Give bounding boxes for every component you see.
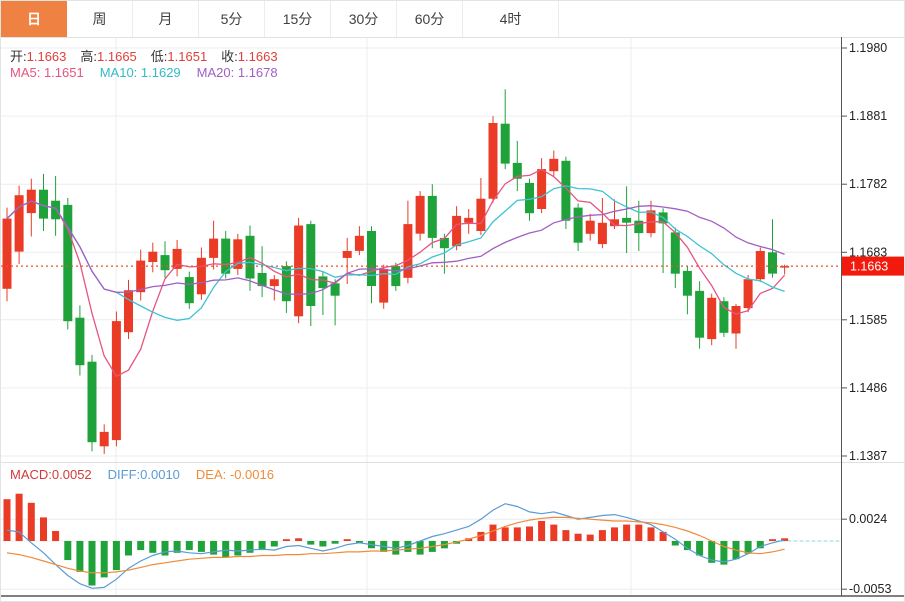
kline-app: 日 周 月 5分 15分 30分 60分 4时 1.1980 1.1881 1.17… <box>0 0 905 602</box>
kline-svg[interactable]: 1.19801.18811.17821.16831.15851.14861.13… <box>1 37 905 602</box>
svg-text:1.1980: 1.1980 <box>849 41 887 55</box>
current-price-tag: 1.1663 <box>842 257 905 276</box>
svg-text:-0.0053: -0.0053 <box>849 582 891 596</box>
svg-text:1.1585: 1.1585 <box>849 313 887 327</box>
tab-5min[interactable]: 5分 <box>199 1 265 37</box>
tab-15min[interactable]: 15分 <box>265 1 331 37</box>
macd-value-axis: 0.0024 -0.0053 <box>841 512 891 596</box>
ma10-line <box>7 186 785 320</box>
main-price-axis: 1.19801.18811.17821.16831.15851.14861.13… <box>841 41 887 463</box>
svg-text:1.1881: 1.1881 <box>849 109 887 123</box>
kline-chart-canvas[interactable]: 1.19801.18811.17821.16831.15851.14861.13… <box>1 37 905 602</box>
period-tabbar: 日 周 月 5分 15分 30分 60分 4时 <box>1 1 904 38</box>
tab-week[interactable]: 周 <box>67 1 133 37</box>
svg-text:0.0024: 0.0024 <box>849 512 887 526</box>
svg-text:1.1663: 1.1663 <box>850 260 888 274</box>
tab-60min[interactable]: 60分 <box>397 1 463 37</box>
tab-day[interactable]: 日 <box>1 1 67 37</box>
svg-text:1.1782: 1.1782 <box>849 177 887 191</box>
tab-30min[interactable]: 30分 <box>331 1 397 37</box>
tab-month[interactable]: 月 <box>133 1 199 37</box>
tab-4hour[interactable]: 4时 <box>463 1 559 37</box>
svg-text:1.1387: 1.1387 <box>849 449 887 463</box>
tabbar-spacer <box>559 1 904 37</box>
svg-text:1.1486: 1.1486 <box>849 381 887 395</box>
chart-area: 1.19801.18811.17821.16831.15851.14861.13… <box>1 37 905 602</box>
